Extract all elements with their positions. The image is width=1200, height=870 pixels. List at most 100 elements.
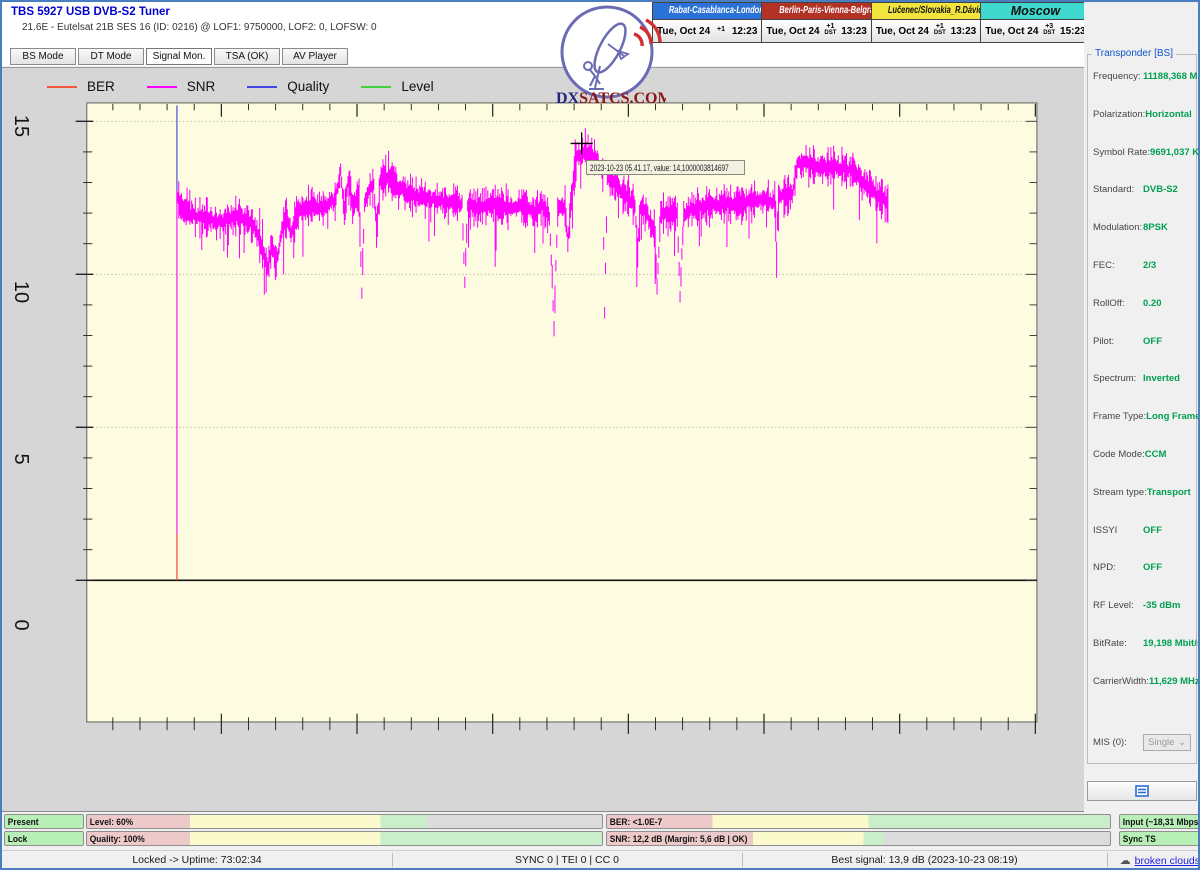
quality-bar: Quality: 100%: [86, 831, 603, 846]
input-bar: Input (~18,31 Mbps): [1119, 814, 1200, 829]
field-value: 8PSK: [1143, 222, 1191, 233]
clock-time: Tue, Oct 24+1DST13:23: [762, 20, 870, 42]
clock-time: Tue, Oct 24+1DST13:23: [872, 20, 980, 42]
field-label: ISSYI: [1093, 525, 1143, 536]
satellite-dish-logo-icon: DXSATCS.COM: [548, 4, 666, 108]
transponder-field-row: NPD:OFF: [1088, 562, 1196, 600]
transponder-field-row: Polarization:Horizontal: [1088, 109, 1196, 147]
transponder-field-row: Code Mode:CCM: [1088, 449, 1196, 487]
transponder-field-row: FEC:2/3: [1088, 260, 1196, 298]
tuner-app-window: TBS 5927 USB DVB-S2 Tuner 21.6E - Eutels…: [0, 0, 1200, 870]
y-axis-label: 0: [8, 612, 34, 638]
tab-bar: BS ModeDT ModeSignal Mon.TSA (OK)AV Play…: [10, 48, 348, 65]
tab-signal-mon-[interactable]: Signal Mon.: [146, 48, 212, 65]
field-label: Frequency:: [1093, 71, 1143, 82]
field-value: OFF: [1143, 525, 1191, 536]
best-signal-status: Best signal: 13,9 dB (2023-10-23 08:19): [742, 854, 1107, 866]
lock-uptime-status: Locked -> Uptime: 73:02:34: [2, 854, 392, 866]
field-label: Spectrum:: [1093, 373, 1143, 384]
tab-bs-mode[interactable]: BS Mode: [10, 48, 76, 65]
field-value: 2/3: [1143, 260, 1191, 271]
clock-panel: Berlin-Paris-Vienna-BelgradeTue, Oct 24+…: [761, 3, 870, 42]
transponder-panel: Transponder [BS] Frequency:11188,368 MHz…: [1084, 2, 1200, 870]
mis-dropdown[interactable]: Single⌄: [1143, 734, 1191, 751]
field-value: -35 dBm: [1143, 600, 1191, 611]
chevron-down-icon: ⌄: [1178, 737, 1186, 748]
snr-bar: SNR: 12,2 dB (Margin: 5,6 dB | OK): [606, 831, 1111, 846]
satellite-subtitle: 21.6E - Eutelsat 21B SES 16 (ID: 0216) @…: [22, 22, 377, 33]
clock-city-label: Berlin-Paris-Vienna-Belgrade: [762, 3, 870, 20]
ber-bar-label: BER: <1.0E-7: [607, 817, 662, 827]
field-value: 11,629 MHz: [1149, 676, 1200, 687]
chart-tooltip: 2023-10-23 05.41.17, value: 14,100000381…: [586, 160, 745, 175]
panel-list-button[interactable]: [1087, 781, 1197, 801]
clock-time: Tue, Oct 24+112:23: [653, 20, 761, 42]
logo-text-dx: DX: [556, 90, 580, 107]
transponder-field-row: Frame Type:Long Frame: [1088, 411, 1196, 449]
present-indicator-label: Present: [5, 817, 39, 827]
field-label: Pilot:: [1093, 336, 1143, 347]
transponder-field-row: Frequency:11188,368 MHz: [1088, 71, 1196, 109]
input-bar-label: Input (~18,31 Mbps): [1120, 817, 1200, 827]
transponder-field-row: Symbol Rate:9691,037 KS/s: [1088, 147, 1196, 185]
lock-indicator-label: Lock: [5, 834, 27, 844]
field-value: 19,198 Mbit/s: [1143, 638, 1200, 649]
field-label: RF Level:: [1093, 600, 1143, 611]
transponder-field-row: CarrierWidth:11,629 MHz: [1088, 676, 1196, 714]
field-value: Inverted: [1143, 373, 1191, 384]
field-value: Long Frame: [1146, 411, 1200, 422]
field-label: Symbol Rate:: [1093, 147, 1150, 158]
status-bar: Locked -> Uptime: 73:02:34 SYNC 0 | TEI …: [2, 850, 1198, 869]
dxsatcs-logo: DXSATCS.COM: [548, 4, 666, 108]
field-value: OFF: [1143, 562, 1191, 573]
field-label: RollOff:: [1093, 298, 1143, 309]
field-label: Modulation:: [1093, 222, 1143, 233]
svg-text:DXSATCS.COM: DXSATCS.COM: [556, 90, 666, 107]
field-label: Polarization:: [1093, 109, 1145, 120]
field-value: Transport: [1147, 487, 1191, 498]
transponder-field-row: Spectrum:Inverted: [1088, 373, 1196, 411]
field-value: 0.20: [1143, 298, 1191, 309]
tab-dt-mode[interactable]: DT Mode: [78, 48, 144, 65]
transponder-field-row: RF Level:-35 dBm: [1088, 600, 1196, 638]
transponder-field-row: Stream type:Transport: [1088, 487, 1196, 525]
sync-ts-bar: Sync TS: [1119, 831, 1200, 846]
cloud-icon: ☁: [1120, 855, 1131, 867]
quality-bar-label: Quality: 100%: [87, 834, 145, 844]
ber-bar: BER: <1.0E-7: [606, 814, 1111, 829]
field-label: Stream type:: [1093, 487, 1147, 498]
weather-link[interactable]: broken clouds: [1135, 855, 1200, 867]
transponder-field-row: Pilot:OFF: [1088, 336, 1196, 374]
field-value: 11188,368 MHz: [1143, 71, 1200, 82]
field-value: Horizontal: [1145, 109, 1191, 120]
clock-city-label: Lučenec/Slovakia_R.Dávid: [872, 3, 980, 20]
clock-panel: Lučenec/Slovakia_R.DávidTue, Oct 24+1DST…: [871, 3, 980, 42]
clock-time: Tue, Oct 24+3DST15:23: [981, 20, 1089, 42]
field-label: BitRate:: [1093, 638, 1143, 649]
level-bar-label: Level: 60%: [87, 817, 133, 827]
transponder-field-row: Modulation:8PSK: [1088, 222, 1196, 260]
clock-panel: MoscowTue, Oct 24+3DST15:23: [980, 3, 1089, 42]
transponder-field-row: Standard:DVB-S2: [1088, 184, 1196, 222]
level-bar: Level: 60%: [86, 814, 603, 829]
transponder-fields: Frequency:11188,368 MHzPolarization:Hori…: [1088, 55, 1196, 761]
clock-city-label: Moscow: [981, 3, 1089, 20]
field-label: Frame Type:: [1093, 411, 1146, 422]
field-label: CarrierWidth:: [1093, 676, 1149, 687]
list-icon: [1135, 785, 1149, 797]
y-axis-label: 5: [8, 446, 34, 472]
mis-row: MIS (0):Single⌄: [1088, 724, 1196, 762]
tab-tsa-ok-[interactable]: TSA (OK): [214, 48, 280, 65]
field-value: OFF: [1143, 336, 1191, 347]
field-label: Standard:: [1093, 184, 1143, 195]
transponder-groupbox: Transponder [BS] Frequency:11188,368 MHz…: [1087, 54, 1197, 764]
transponder-title: Transponder [BS]: [1092, 48, 1176, 59]
signal-chart-region[interactable]: BERSNRQualityLevel 051015: [2, 67, 1084, 812]
clock-panel: Rabat-Casablanca-LondonTue, Oct 24+112:2…: [653, 3, 761, 42]
field-label: NPD:: [1093, 562, 1143, 573]
tab-av-player[interactable]: AV Player: [282, 48, 348, 65]
snr-bar-label: SNR: 12,2 dB (Margin: 5,6 dB | OK): [607, 834, 747, 844]
field-value: CCM: [1145, 449, 1191, 460]
sync-ts-bar-label: Sync TS: [1120, 834, 1156, 844]
signal-chart-plot[interactable]: [2, 68, 1084, 813]
